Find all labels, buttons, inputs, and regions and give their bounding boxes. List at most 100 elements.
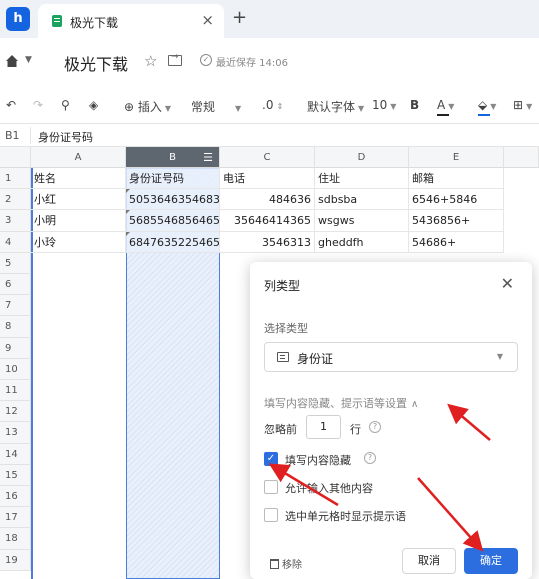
cell-text: gheddfh <box>318 235 364 249</box>
row-header[interactable]: 12 <box>0 401 31 423</box>
redo-icon[interactable]: ↷ <box>33 98 43 112</box>
font-color-letter: A <box>437 98 446 112</box>
hide-content-checkbox[interactable]: ✓ <box>264 452 278 466</box>
row-header[interactable]: 5 <box>0 252 31 274</box>
cancel-button[interactable]: 取消 <box>402 548 456 574</box>
cell-text: 484636 <box>269 193 311 207</box>
text-format-marker-icon <box>126 231 130 236</box>
row-header[interactable]: 11 <box>0 380 31 402</box>
cell-text: 小红 <box>34 193 56 207</box>
show-hint-checkbox[interactable] <box>264 508 278 522</box>
bold-button[interactable]: B <box>410 98 419 112</box>
hide-help-icon[interactable]: ? <box>364 452 376 464</box>
row-header[interactable]: 19 <box>0 549 31 571</box>
confirm-button[interactable]: 确定 <box>464 548 518 574</box>
table-cell[interactable]: 身份证号码 <box>126 168 220 190</box>
document-title[interactable]: 极光下载 <box>64 51 128 75</box>
home-icon[interactable] <box>5 54 19 68</box>
row-header[interactable]: 3 <box>0 210 31 232</box>
row-header[interactable]: 13 <box>0 422 31 444</box>
settings-toggle[interactable]: 填写内容隐藏、提示语等设置 ∧ <box>264 395 418 411</box>
title-bar: ▼ 极光下载 ☆ ✓ 最近保存 14:06 <box>0 38 539 86</box>
table-cell[interactable]: 35646414365 <box>220 210 315 232</box>
allow-other-checkbox[interactable] <box>264 480 278 494</box>
star-icon[interactable]: ☆ <box>144 52 157 70</box>
table-cell[interactable]: 小红 <box>31 189 126 211</box>
table-cell[interactable]: 小明 <box>31 210 126 232</box>
show-hint-label[interactable]: 选中单元格时显示提示语 <box>285 508 406 524</box>
toolbar: ↶ ↷ ⚲ ◈ ⊕ 插入 ▼ 常规 ▼ .0 ⇕ 默认字体 ▼ 10 ▼ B A ▼ ⬙ ▼ … <box>0 86 539 124</box>
font-select[interactable]: 默认字体 ▼ <box>307 98 364 115</box>
move-to-folder-icon[interactable] <box>168 52 182 66</box>
ignore-rows-input[interactable]: 1 <box>306 415 341 439</box>
number-format-select[interactable]: 常规 ▼ <box>191 98 241 115</box>
allow-other-label[interactable]: 允许输入其他内容 <box>285 480 373 496</box>
table-cell[interactable]: 684763522546565 <box>126 231 220 253</box>
row-header[interactable]: 4 <box>0 231 31 253</box>
cell-text: 住址 <box>318 172 340 185</box>
cell-text: 小明 <box>34 214 56 228</box>
table-cell[interactable]: 电话 <box>220 168 315 190</box>
row-header[interactable]: 7 <box>0 295 31 317</box>
format-painter-icon[interactable]: ⚲ <box>61 98 70 112</box>
row-header[interactable]: 17 <box>0 507 31 529</box>
table-cell[interactable]: 5436856+ <box>409 210 504 232</box>
row-header[interactable]: 16 <box>0 486 31 508</box>
font-size-select[interactable]: 10 ▼ <box>372 98 396 112</box>
document-tab[interactable]: 极光下载 × <box>38 4 224 38</box>
save-status: 最近保存 14:06 <box>216 58 288 69</box>
help-icon[interactable]: ? <box>369 421 381 433</box>
table-cell[interactable]: 邮箱 <box>409 168 504 190</box>
column-header-d[interactable]: D <box>315 147 409 168</box>
table-cell[interactable]: 568554685646583 <box>126 210 220 232</box>
cell-reference[interactable]: B1 <box>5 129 20 142</box>
row-header[interactable]: 8 <box>0 316 31 338</box>
table-cell[interactable]: 6546+5846 <box>409 189 504 211</box>
row-header[interactable]: 6 <box>0 274 31 296</box>
cell-text: 姓名 <box>34 172 56 185</box>
table-cell[interactable]: 505364635468337 <box>126 189 220 211</box>
column-header-a[interactable]: A <box>31 147 126 168</box>
row-header[interactable]: 15 <box>0 464 31 486</box>
table-cell[interactable]: 54686+ <box>409 231 504 253</box>
table-cell[interactable]: wsgws <box>315 210 409 232</box>
column-type-select[interactable]: 身份证 ▼ <box>264 342 518 372</box>
insert-button[interactable]: ⊕ 插入 ▼ <box>124 98 171 115</box>
row-header[interactable]: 14 <box>0 443 31 465</box>
formula-content[interactable]: 身份证号码 <box>38 129 93 145</box>
row-header[interactable]: 2 <box>0 189 31 211</box>
clear-format-icon[interactable]: ◈ <box>89 98 98 112</box>
fill-color-icon[interactable]: ⬙ ▼ <box>478 98 496 112</box>
column-header-b[interactable]: B ☰ <box>126 147 220 168</box>
column-header-e[interactable]: E <box>409 147 504 168</box>
cell-text: 505364635468337 <box>129 193 220 207</box>
app-logo-icon[interactable]: h <box>6 7 30 31</box>
row-header[interactable]: 10 <box>0 358 31 380</box>
new-tab-icon[interactable]: + <box>232 7 247 28</box>
column-menu-icon[interactable]: ☰ <box>203 147 213 168</box>
remove-button[interactable]: 移除 <box>270 556 302 571</box>
table-cell[interactable]: gheddfh <box>315 231 409 253</box>
home-dropdown-icon[interactable]: ▼ <box>25 55 32 65</box>
hide-content-label[interactable]: 填写内容隐藏 <box>285 452 351 468</box>
font-label: 默认字体 <box>307 100 356 114</box>
close-icon[interactable]: ✕ <box>501 274 514 293</box>
table-cell[interactable]: sdbsba <box>315 189 409 211</box>
table-cell[interactable]: 小玲 <box>31 231 126 253</box>
table-cell[interactable]: 3546313 <box>220 231 315 253</box>
column-type-value: 身份证 <box>297 352 334 366</box>
column-header-c[interactable]: C <box>220 147 315 168</box>
table-cell[interactable]: 住址 <box>315 168 409 190</box>
column-header-f[interactable] <box>504 147 539 168</box>
border-icon[interactable]: ⊞ ▼ <box>513 98 532 112</box>
table-cell[interactable]: 484636 <box>220 189 315 211</box>
corner-header[interactable] <box>0 147 31 168</box>
tab-close-icon[interactable]: × <box>201 11 214 29</box>
undo-icon[interactable]: ↶ <box>6 98 16 112</box>
row-header[interactable]: 9 <box>0 337 31 359</box>
decimal-button[interactable]: .0 ⇕ <box>262 98 283 112</box>
row-header[interactable]: 18 <box>0 528 31 550</box>
row-header[interactable]: 1 <box>0 168 31 190</box>
table-cell[interactable]: 姓名 <box>31 168 126 190</box>
font-color-button[interactable]: A ▼ <box>437 98 454 112</box>
